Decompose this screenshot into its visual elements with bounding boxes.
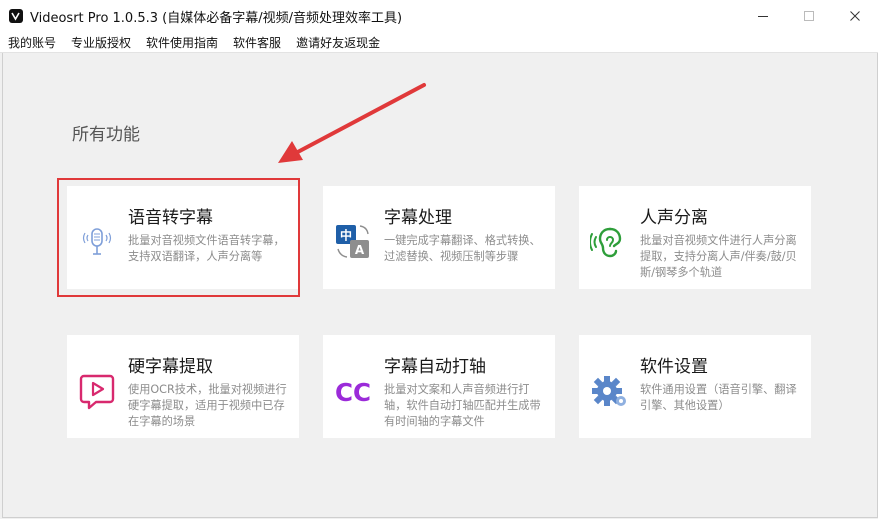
arrow-annotation — [278, 83, 426, 163]
